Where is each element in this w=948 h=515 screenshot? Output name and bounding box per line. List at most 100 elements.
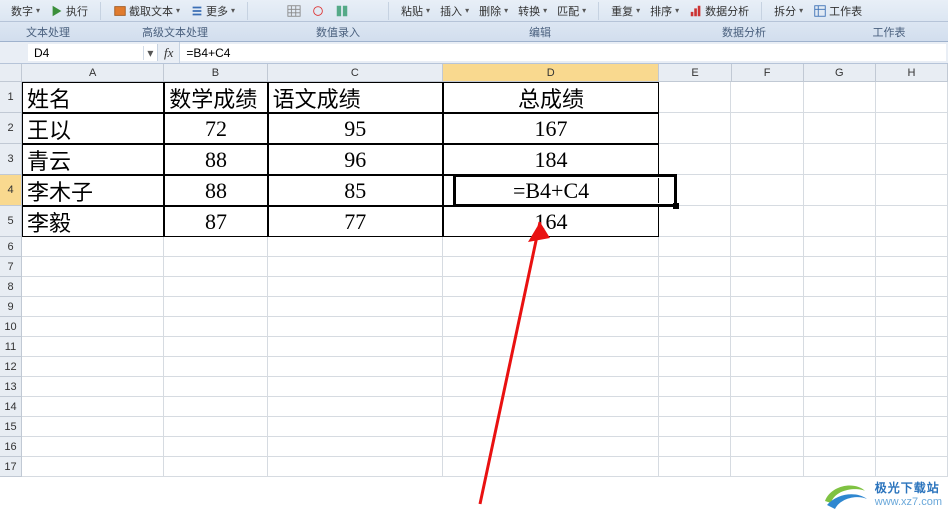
cell-B1[interactable]: 数学成绩 [164,82,267,113]
cell-E3[interactable] [659,144,731,175]
cell[interactable] [876,297,948,317]
row-header-6[interactable]: 6 [0,237,21,257]
cell[interactable] [804,257,876,277]
row-header-5[interactable]: 5 [0,206,21,237]
row-header-2[interactable]: 2 [0,113,21,144]
row-header-15[interactable]: 15 [0,417,21,437]
cell-E4[interactable] [659,175,731,206]
cell[interactable] [876,317,948,337]
col-header-E[interactable]: E [659,64,731,81]
convert-button[interactable]: 转换 [514,2,551,20]
cell[interactable] [804,437,876,457]
sort-button[interactable]: 排序 [646,2,683,20]
cell[interactable] [731,377,803,397]
cell-E5[interactable] [659,206,731,237]
cell-A1[interactable]: 姓名 [22,82,164,113]
row-header-12[interactable]: 12 [0,357,21,377]
cell[interactable] [268,337,443,357]
cell-E2[interactable] [659,113,731,144]
cell[interactable] [268,317,443,337]
row-header-9[interactable]: 9 [0,297,21,317]
cell[interactable] [804,237,876,257]
cell[interactable] [731,297,803,317]
cell[interactable] [804,397,876,417]
cell-C4[interactable]: 85 [268,175,443,206]
row-header-14[interactable]: 14 [0,397,21,417]
spreadsheet-grid[interactable]: A B C D E F G H 1 2 3 4 5 6 7 8 9 10 11 … [0,64,948,515]
cell-B2[interactable]: 72 [164,113,267,144]
row-header-1[interactable]: 1 [0,82,21,113]
cell-E1[interactable] [659,82,731,113]
cell[interactable] [164,357,267,377]
select-all-corner[interactable] [0,64,22,82]
cell-F2[interactable] [731,113,803,144]
repeat-button[interactable]: 重复 [607,2,644,20]
cell[interactable] [164,337,267,357]
num-entry-icon2[interactable] [307,3,329,19]
cell[interactable] [659,337,731,357]
row-header-3[interactable]: 3 [0,144,21,175]
cell[interactable] [731,277,803,297]
cell-G4[interactable] [804,175,876,206]
row-header-4[interactable]: 4 [0,175,21,206]
num-entry-icon3[interactable] [331,3,353,19]
cell[interactable] [22,437,164,457]
cell-D1[interactable]: 总成绩 [443,82,659,113]
cell[interactable] [731,237,803,257]
cell[interactable] [659,417,731,437]
cell[interactable] [268,257,443,277]
col-header-B[interactable]: B [164,64,267,81]
intercept-text-button[interactable]: 截取文本 [109,2,184,20]
cell-B4[interactable]: 88 [164,175,267,206]
cell[interactable] [876,277,948,297]
cell-A3[interactable]: 青云 [22,144,164,175]
cell-G5[interactable] [804,206,876,237]
worksheet-button[interactable]: 工作表 [809,2,866,20]
cell[interactable] [876,397,948,417]
cell[interactable] [876,257,948,277]
cell-H1[interactable] [876,82,948,113]
cell[interactable] [164,277,267,297]
row-header-16[interactable]: 16 [0,437,21,457]
cell-G1[interactable] [804,82,876,113]
cell[interactable] [164,437,267,457]
data-analysis-button[interactable]: 数据分析 [685,2,753,20]
cell[interactable] [268,417,443,437]
cell[interactable] [22,297,164,317]
cell[interactable] [443,237,659,257]
col-header-F[interactable]: F [732,64,804,81]
cell[interactable] [876,377,948,397]
cell-H5[interactable] [876,206,948,237]
cell[interactable] [659,297,731,317]
cell[interactable] [268,437,443,457]
cell[interactable] [443,257,659,277]
cell-C3[interactable]: 96 [268,144,443,175]
cell[interactable] [443,357,659,377]
name-box[interactable]: ▾ [28,44,158,61]
cell[interactable] [731,357,803,377]
cell-B3[interactable]: 88 [164,144,267,175]
cell-F3[interactable] [731,144,803,175]
cell[interactable] [804,317,876,337]
cell[interactable] [22,277,164,297]
cell[interactable] [443,317,659,337]
cell[interactable] [22,417,164,437]
cell-D5[interactable]: 164 [443,206,659,237]
insert-button[interactable]: 插入 [436,2,473,20]
cell-C2[interactable]: 95 [268,113,443,144]
cells-area[interactable]: 姓名 数学成绩 语文成绩 总成绩 王以 72 95 167 青云 88 96 1… [22,82,948,515]
cell[interactable] [731,397,803,417]
cell[interactable] [731,317,803,337]
cell[interactable] [443,437,659,457]
cell-G2[interactable] [804,113,876,144]
num-entry-icon[interactable] [283,3,305,19]
cell-F4[interactable] [731,175,803,206]
col-header-C[interactable]: C [268,64,443,81]
cell[interactable] [876,457,948,477]
row-header-17[interactable]: 17 [0,457,21,477]
cell[interactable] [443,397,659,417]
cell-C1[interactable]: 语文成绩 [268,82,443,113]
cell[interactable] [659,237,731,257]
row-header-13[interactable]: 13 [0,377,21,397]
cell[interactable] [443,457,659,477]
